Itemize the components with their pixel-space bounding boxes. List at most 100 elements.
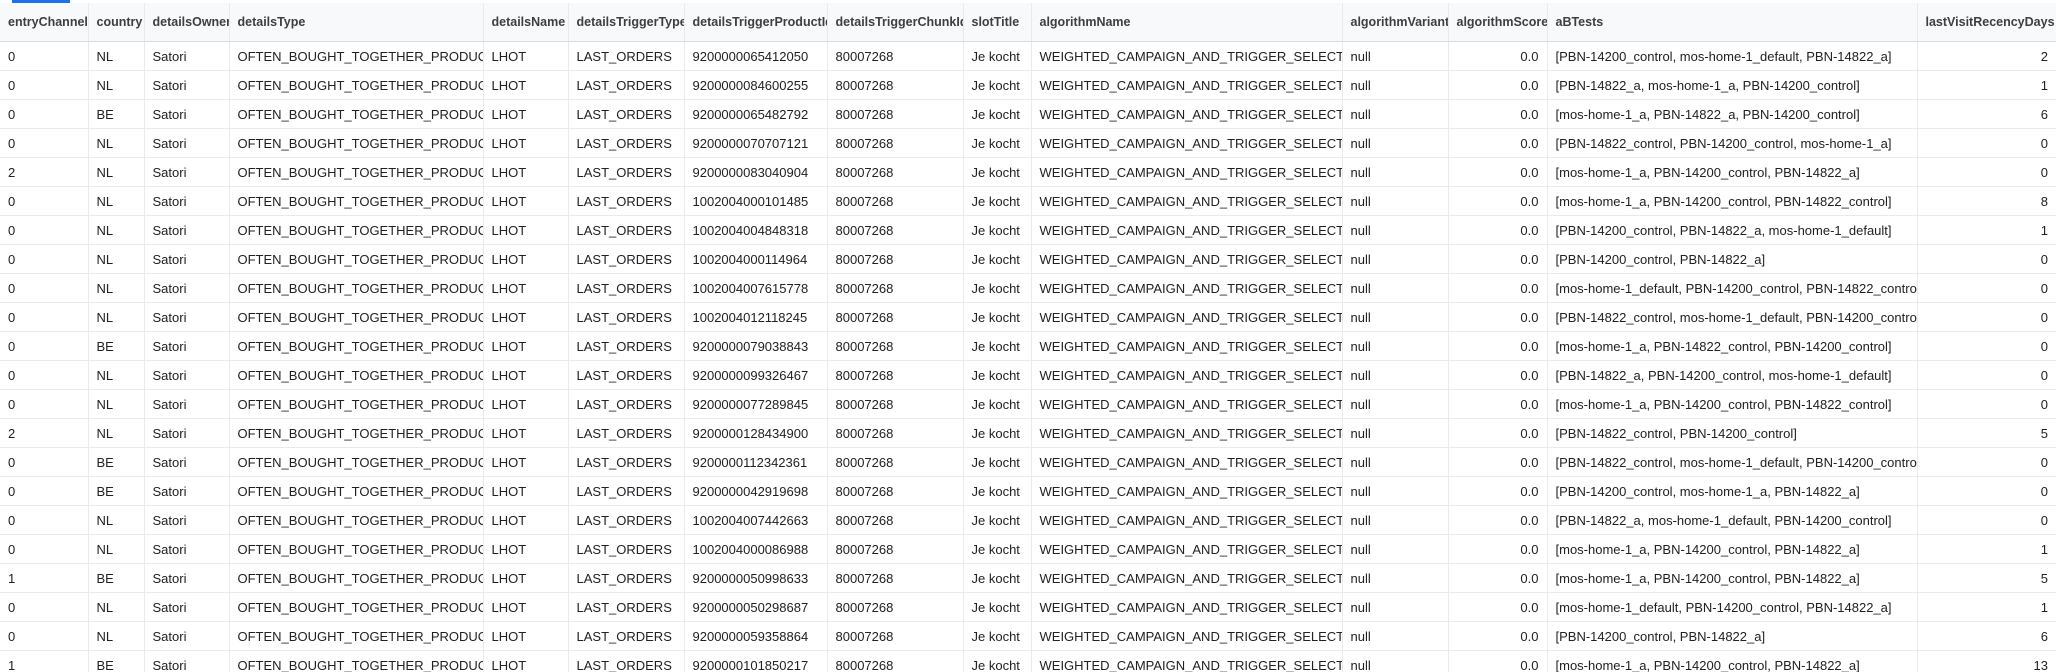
cell-slotTitle[interactable]: Je kocht	[962, 476, 1031, 506]
cell-detailsTriggerProductId[interactable]: 9200000112342361	[683, 447, 827, 477]
cell-detailsTriggerType[interactable]: LAST_ORDERS	[567, 447, 684, 477]
table-row[interactable]: 0 NL Satori OFTEN_BOUGHT_TOGETHER_PRODUCTS L…	[0, 244, 2056, 274]
cell-detailsTriggerProductId[interactable]: 1002004000114964	[683, 244, 827, 274]
cell-country[interactable]: NL	[87, 273, 144, 303]
cell-algorithmScore[interactable]: 0.0	[1447, 302, 1547, 332]
cell-detailsTriggerProductId[interactable]: 9200000050298687	[683, 592, 827, 622]
cell-detailsTriggerProductId[interactable]: 1002004000101485	[683, 186, 827, 216]
cell-detailsType[interactable]: OFTEN_BOUGHT_TOGETHER_PRODUCTS	[228, 215, 483, 245]
cell-detailsTriggerChunkId[interactable]: 80007268	[826, 505, 963, 535]
cell-slotTitle[interactable]: Je kocht	[962, 389, 1031, 419]
table-row[interactable]: 0 BE Satori OFTEN_BOUGHT_TOGETHER_PRODUCTS L…	[0, 99, 2056, 129]
cell-slotTitle[interactable]: Je kocht	[962, 41, 1031, 71]
cell-algorithmVariant[interactable]: null	[1341, 157, 1448, 187]
cell-detailsTriggerProductId[interactable]: 9200000128434900	[683, 418, 827, 448]
cell-aBTests[interactable]: [mos-home-1_a, PBN-14822_control, PBN-14…	[1546, 331, 1917, 361]
cell-detailsTriggerType[interactable]: LAST_ORDERS	[567, 70, 684, 100]
cell-detailsType[interactable]: OFTEN_BOUGHT_TOGETHER_PRODUCTS	[228, 360, 483, 390]
cell-detailsTriggerProductId[interactable]: 9200000077289845	[683, 389, 827, 419]
cell-country[interactable]: NL	[87, 244, 144, 274]
cell-detailsOwner[interactable]: Satori	[143, 331, 229, 361]
cell-algorithmScore[interactable]: 0.0	[1447, 621, 1547, 651]
cell-algorithmVariant[interactable]: null	[1341, 99, 1448, 129]
table-row[interactable]: 0 NL Satori OFTEN_BOUGHT_TOGETHER_PRODUCTS L…	[0, 215, 2056, 245]
column-header-detailsTriggerProductId[interactable]: detailsTriggerProductId	[683, 3, 827, 42]
cell-slotTitle[interactable]: Je kocht	[962, 360, 1031, 390]
column-header-algorithmScore[interactable]: algorithmScore	[1447, 3, 1547, 42]
cell-aBTests[interactable]: [mos-home-1_a, PBN-14200_control, PBN-14…	[1546, 186, 1917, 216]
cell-algorithmName[interactable]: WEIGHTED_CAMPAIGN_AND_TRIGGER_SELECTOR	[1030, 592, 1342, 622]
cell-slotTitle[interactable]: Je kocht	[962, 244, 1031, 274]
cell-aBTests[interactable]: [PBN-14200_control, PBN-14822_a]	[1546, 244, 1917, 274]
cell-detailsOwner[interactable]: Satori	[143, 128, 229, 158]
cell-entryChannel[interactable]: 0	[0, 244, 88, 274]
cell-slotTitle[interactable]: Je kocht	[962, 621, 1031, 651]
table-row[interactable]: 1 BE Satori OFTEN_BOUGHT_TOGETHER_PRODUCTS L…	[0, 650, 2056, 672]
cell-algorithmVariant[interactable]: null	[1341, 41, 1448, 71]
cell-algorithmVariant[interactable]: null	[1341, 331, 1448, 361]
cell-algorithmName[interactable]: WEIGHTED_CAMPAIGN_AND_TRIGGER_SELECTOR	[1030, 244, 1342, 274]
cell-detailsTriggerType[interactable]: LAST_ORDERS	[567, 186, 684, 216]
cell-detailsTriggerChunkId[interactable]: 80007268	[826, 592, 963, 622]
cell-country[interactable]: NL	[87, 41, 144, 71]
cell-lastVisitRecencyDays[interactable]: 0	[1916, 447, 2056, 477]
cell-lastVisitRecencyDays[interactable]: 0	[1916, 302, 2056, 332]
cell-algorithmScore[interactable]: 0.0	[1447, 534, 1547, 564]
cell-aBTests[interactable]: [mos-home-1_a, PBN-14200_control, PBN-14…	[1546, 534, 1917, 564]
cell-detailsOwner[interactable]: Satori	[143, 592, 229, 622]
cell-detailsTriggerType[interactable]: LAST_ORDERS	[567, 273, 684, 303]
cell-detailsName[interactable]: LHOT	[482, 244, 568, 274]
cell-aBTests[interactable]: [mos-home-1_default, PBN-14200_control, …	[1546, 273, 1917, 303]
cell-lastVisitRecencyDays[interactable]: 6	[1916, 621, 2056, 651]
cell-detailsTriggerChunkId[interactable]: 80007268	[826, 476, 963, 506]
cell-detailsTriggerType[interactable]: LAST_ORDERS	[567, 476, 684, 506]
cell-algorithmScore[interactable]: 0.0	[1447, 273, 1547, 303]
cell-detailsTriggerType[interactable]: LAST_ORDERS	[567, 621, 684, 651]
cell-entryChannel[interactable]: 0	[0, 99, 88, 129]
column-header-lastVisitRecencyDays[interactable]: lastVisitRecencyDays	[1916, 3, 2056, 42]
cell-detailsTriggerProductId[interactable]: 1002004007615778	[683, 273, 827, 303]
cell-algorithmName[interactable]: WEIGHTED_CAMPAIGN_AND_TRIGGER_SELECTOR	[1030, 476, 1342, 506]
cell-algorithmVariant[interactable]: null	[1341, 650, 1448, 672]
cell-algorithmScore[interactable]: 0.0	[1447, 447, 1547, 477]
cell-entryChannel[interactable]: 1	[0, 563, 88, 593]
cell-algorithmScore[interactable]: 0.0	[1447, 244, 1547, 274]
cell-algorithmVariant[interactable]: null	[1341, 273, 1448, 303]
cell-algorithmVariant[interactable]: null	[1341, 534, 1448, 564]
cell-lastVisitRecencyDays[interactable]: 13	[1916, 650, 2056, 672]
cell-entryChannel[interactable]: 0	[0, 273, 88, 303]
cell-entryChannel[interactable]: 0	[0, 476, 88, 506]
cell-detailsName[interactable]: LHOT	[482, 476, 568, 506]
cell-detailsOwner[interactable]: Satori	[143, 534, 229, 564]
cell-entryChannel[interactable]: 0	[0, 70, 88, 100]
table-row[interactable]: 2 NL Satori OFTEN_BOUGHT_TOGETHER_PRODUCTS L…	[0, 418, 2056, 448]
table-row[interactable]: 2 NL Satori OFTEN_BOUGHT_TOGETHER_PRODUCTS L…	[0, 157, 2056, 187]
cell-entryChannel[interactable]: 0	[0, 360, 88, 390]
cell-detailsName[interactable]: LHOT	[482, 563, 568, 593]
cell-entryChannel[interactable]: 0	[0, 331, 88, 361]
cell-lastVisitRecencyDays[interactable]: 0	[1916, 505, 2056, 535]
cell-algorithmName[interactable]: WEIGHTED_CAMPAIGN_AND_TRIGGER_SELECTOR	[1030, 99, 1342, 129]
cell-detailsName[interactable]: LHOT	[482, 534, 568, 564]
cell-detailsName[interactable]: LHOT	[482, 41, 568, 71]
cell-algorithmScore[interactable]: 0.0	[1447, 41, 1547, 71]
cell-aBTests[interactable]: [PBN-14822_control, PBN-14200_control, m…	[1546, 128, 1917, 158]
cell-algorithmVariant[interactable]: null	[1341, 389, 1448, 419]
cell-slotTitle[interactable]: Je kocht	[962, 70, 1031, 100]
cell-detailsTriggerType[interactable]: LAST_ORDERS	[567, 650, 684, 672]
cell-detailsName[interactable]: LHOT	[482, 331, 568, 361]
cell-detailsType[interactable]: OFTEN_BOUGHT_TOGETHER_PRODUCTS	[228, 70, 483, 100]
column-header-slotTitle[interactable]: slotTitle	[962, 3, 1031, 42]
cell-slotTitle[interactable]: Je kocht	[962, 563, 1031, 593]
cell-slotTitle[interactable]: Je kocht	[962, 157, 1031, 187]
cell-lastVisitRecencyDays[interactable]: 1	[1916, 592, 2056, 622]
cell-entryChannel[interactable]: 0	[0, 186, 88, 216]
cell-algorithmName[interactable]: WEIGHTED_CAMPAIGN_AND_TRIGGER_SELECTOR	[1030, 534, 1342, 564]
cell-algorithmName[interactable]: WEIGHTED_CAMPAIGN_AND_TRIGGER_SELECTOR	[1030, 215, 1342, 245]
table-row[interactable]: 0 NL Satori OFTEN_BOUGHT_TOGETHER_PRODUCTS L…	[0, 273, 2056, 303]
cell-algorithmScore[interactable]: 0.0	[1447, 99, 1547, 129]
cell-slotTitle[interactable]: Je kocht	[962, 302, 1031, 332]
cell-country[interactable]: NL	[87, 621, 144, 651]
cell-algorithmScore[interactable]: 0.0	[1447, 389, 1547, 419]
cell-aBTests[interactable]: [PBN-14822_a, mos-home-1_a, PBN-14200_co…	[1546, 70, 1917, 100]
